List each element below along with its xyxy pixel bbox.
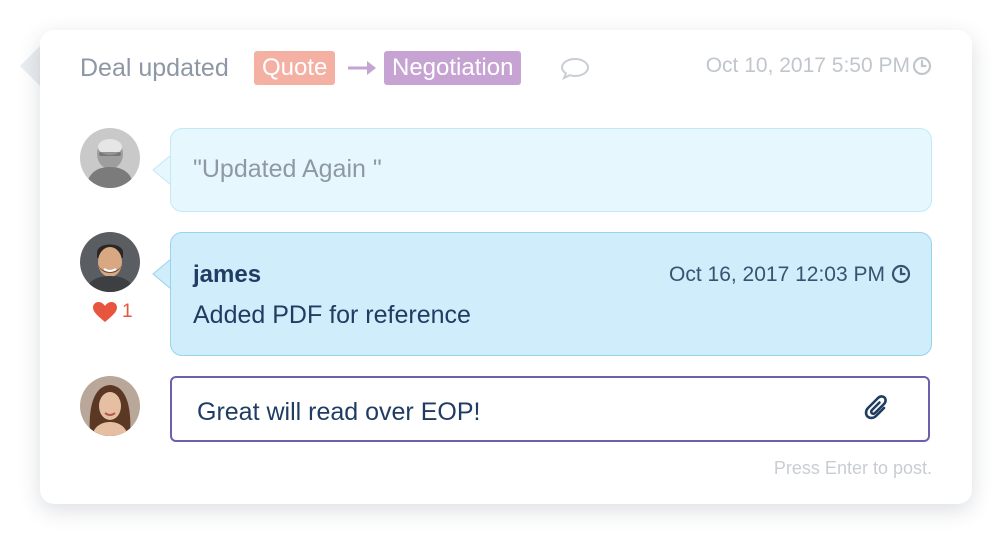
stage-to-tag: Negotiation bbox=[384, 51, 522, 85]
comment-text: Added PDF for reference bbox=[193, 301, 471, 329]
clock-icon bbox=[891, 264, 911, 289]
comment-bubble-active: james Oct 16, 2017 12:03 PM Added PDF fo… bbox=[170, 232, 932, 356]
like-count: 1 bbox=[122, 301, 133, 322]
card-pointer bbox=[20, 46, 40, 86]
avatar-user-1[interactable] bbox=[80, 128, 140, 188]
deal-updated-title: Deal updated bbox=[80, 54, 229, 82]
stage-from-tag: Quote bbox=[254, 51, 336, 85]
comment-input-value[interactable]: Great will read over EOP! bbox=[197, 398, 480, 427]
bubble-tail bbox=[152, 153, 172, 190]
comment-text: "Updated Again " bbox=[193, 155, 382, 183]
comment-bubble: "Updated Again " bbox=[170, 128, 932, 212]
avatar-current-user[interactable] bbox=[80, 376, 140, 436]
comment-input[interactable]: Great will read over EOP! bbox=[170, 376, 930, 442]
bubble-tail bbox=[152, 257, 172, 294]
heart-icon[interactable] bbox=[92, 301, 118, 328]
comment-author[interactable]: james bbox=[193, 261, 261, 289]
avatar-james[interactable] bbox=[80, 232, 140, 292]
comment-icon[interactable] bbox=[560, 56, 590, 85]
arrow-right-icon bbox=[347, 57, 377, 84]
paperclip-icon[interactable] bbox=[864, 394, 892, 429]
like-counter[interactable]: 1 bbox=[92, 300, 138, 324]
deal-update-header: Deal updated Quote Negotiation Oct 10, 2… bbox=[80, 50, 932, 86]
deal-updated-timestamp: Oct 10, 2017 5:50 PM bbox=[705, 54, 910, 77]
clock-icon bbox=[912, 56, 932, 81]
comment-timestamp: Oct 16, 2017 12:03 PM bbox=[669, 263, 885, 286]
post-hint: Press Enter to post. bbox=[773, 458, 932, 478]
